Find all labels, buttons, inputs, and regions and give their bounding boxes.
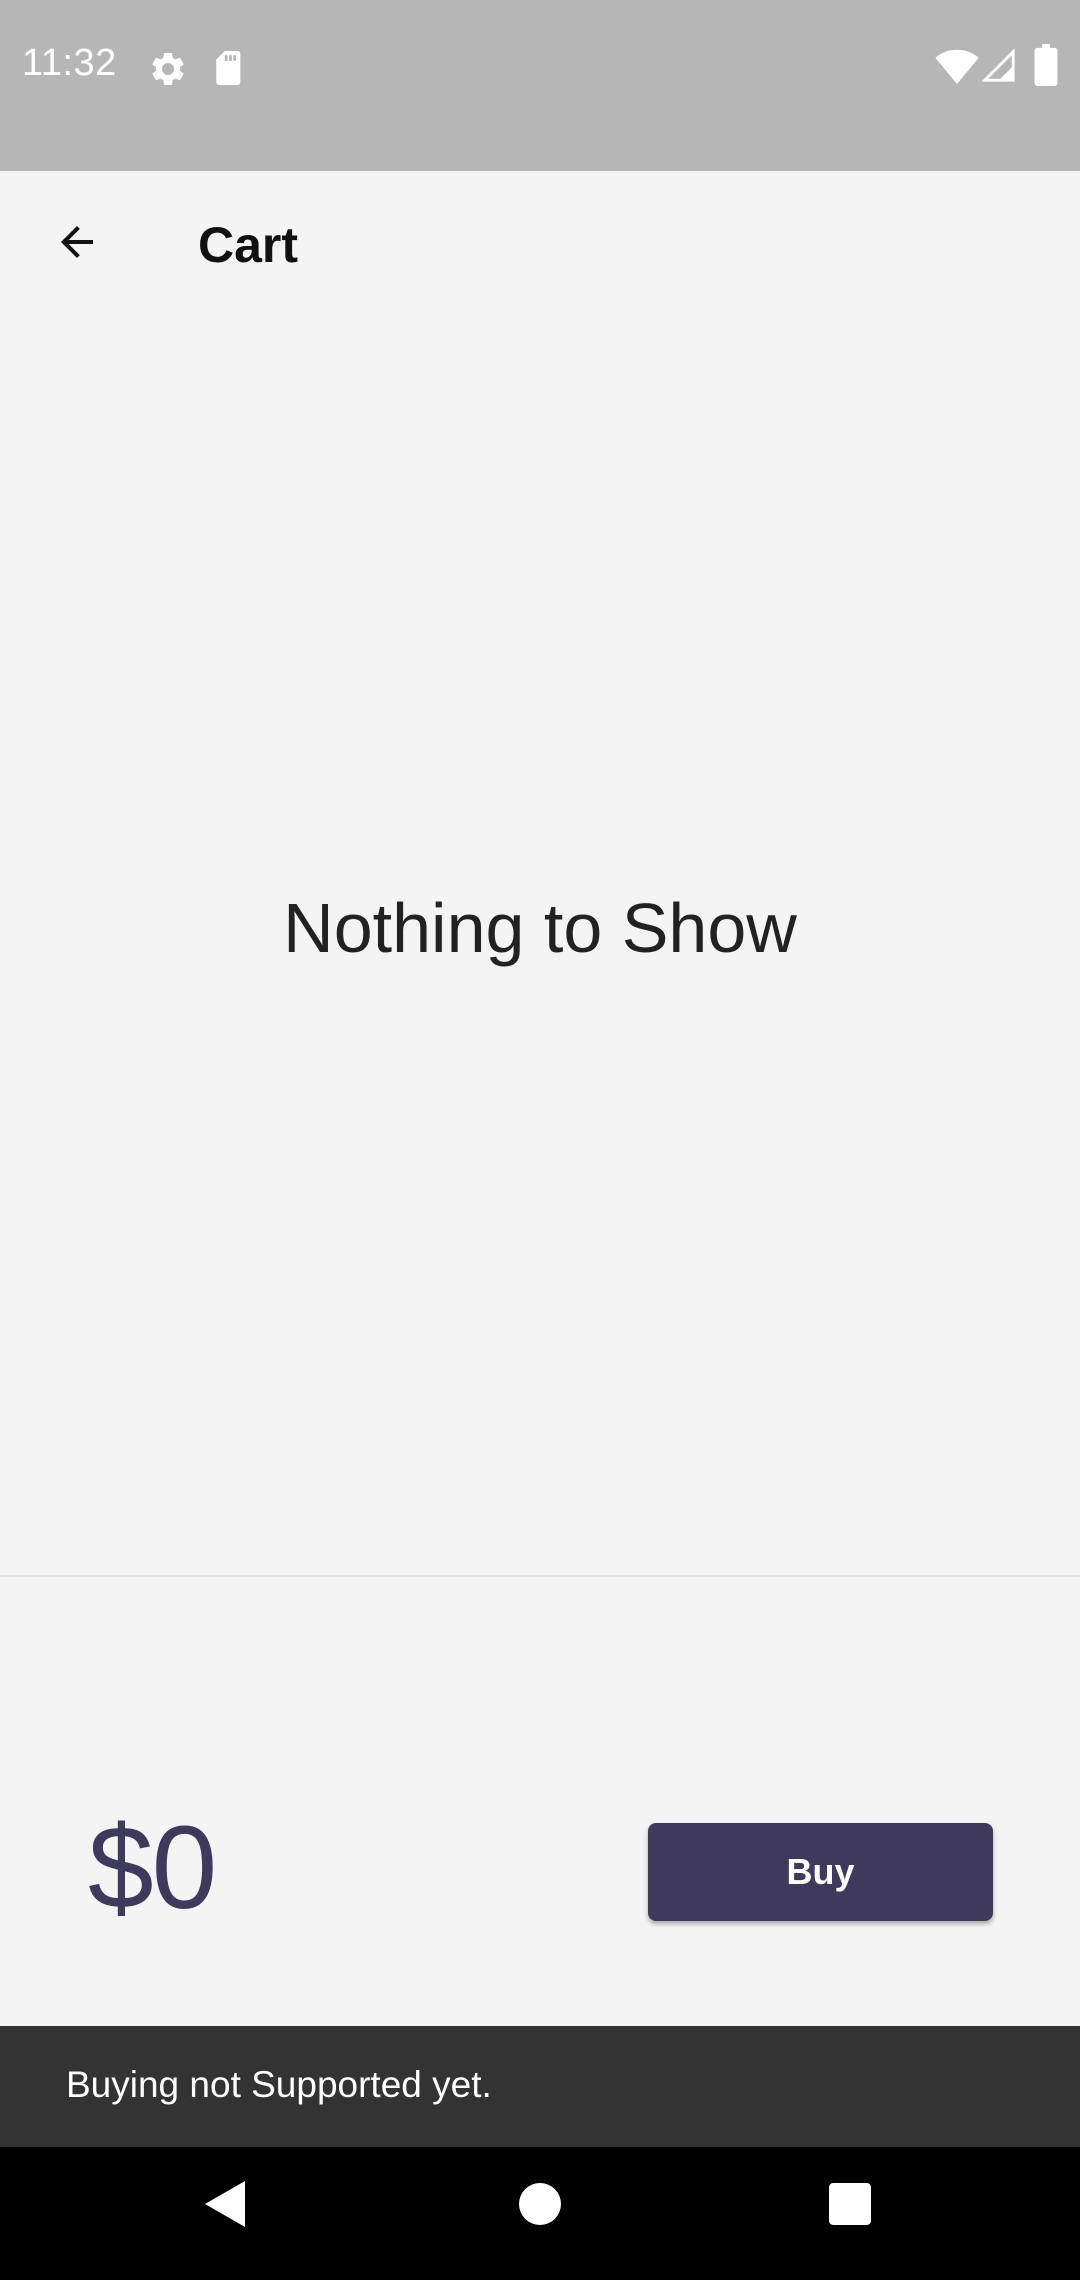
sd-card-icon xyxy=(212,49,246,92)
status-time: 11:32 xyxy=(22,42,117,84)
status-bar: 11:32 xyxy=(0,0,1080,171)
nav-home-button[interactable] xyxy=(505,2171,575,2241)
recents-square-icon xyxy=(829,2182,871,2230)
cart-total: $0 xyxy=(88,1802,217,1934)
wifi-icon xyxy=(935,48,979,89)
back-triangle-icon xyxy=(205,2180,245,2232)
nav-recents-button[interactable] xyxy=(815,2171,885,2241)
snackbar-message: Buying not Supported yet. xyxy=(66,2064,492,2105)
system-nav-bar xyxy=(0,2147,1080,2280)
nav-back-button[interactable] xyxy=(190,2171,260,2241)
page-title: Cart xyxy=(198,217,299,273)
home-circle-icon xyxy=(519,2182,561,2230)
app-bar: Cart xyxy=(0,171,1080,327)
back-button[interactable] xyxy=(36,203,118,285)
battery-icon xyxy=(1034,44,1058,91)
signal-icon xyxy=(981,48,1016,89)
gear-icon xyxy=(148,49,188,94)
snackbar: Buying not Supported yet. xyxy=(0,2026,1080,2147)
arrow-back-icon xyxy=(53,218,101,271)
divider xyxy=(0,1575,1080,1577)
empty-state-message: Nothing to Show xyxy=(283,889,797,967)
buy-button[interactable]: Buy xyxy=(648,1823,993,1921)
